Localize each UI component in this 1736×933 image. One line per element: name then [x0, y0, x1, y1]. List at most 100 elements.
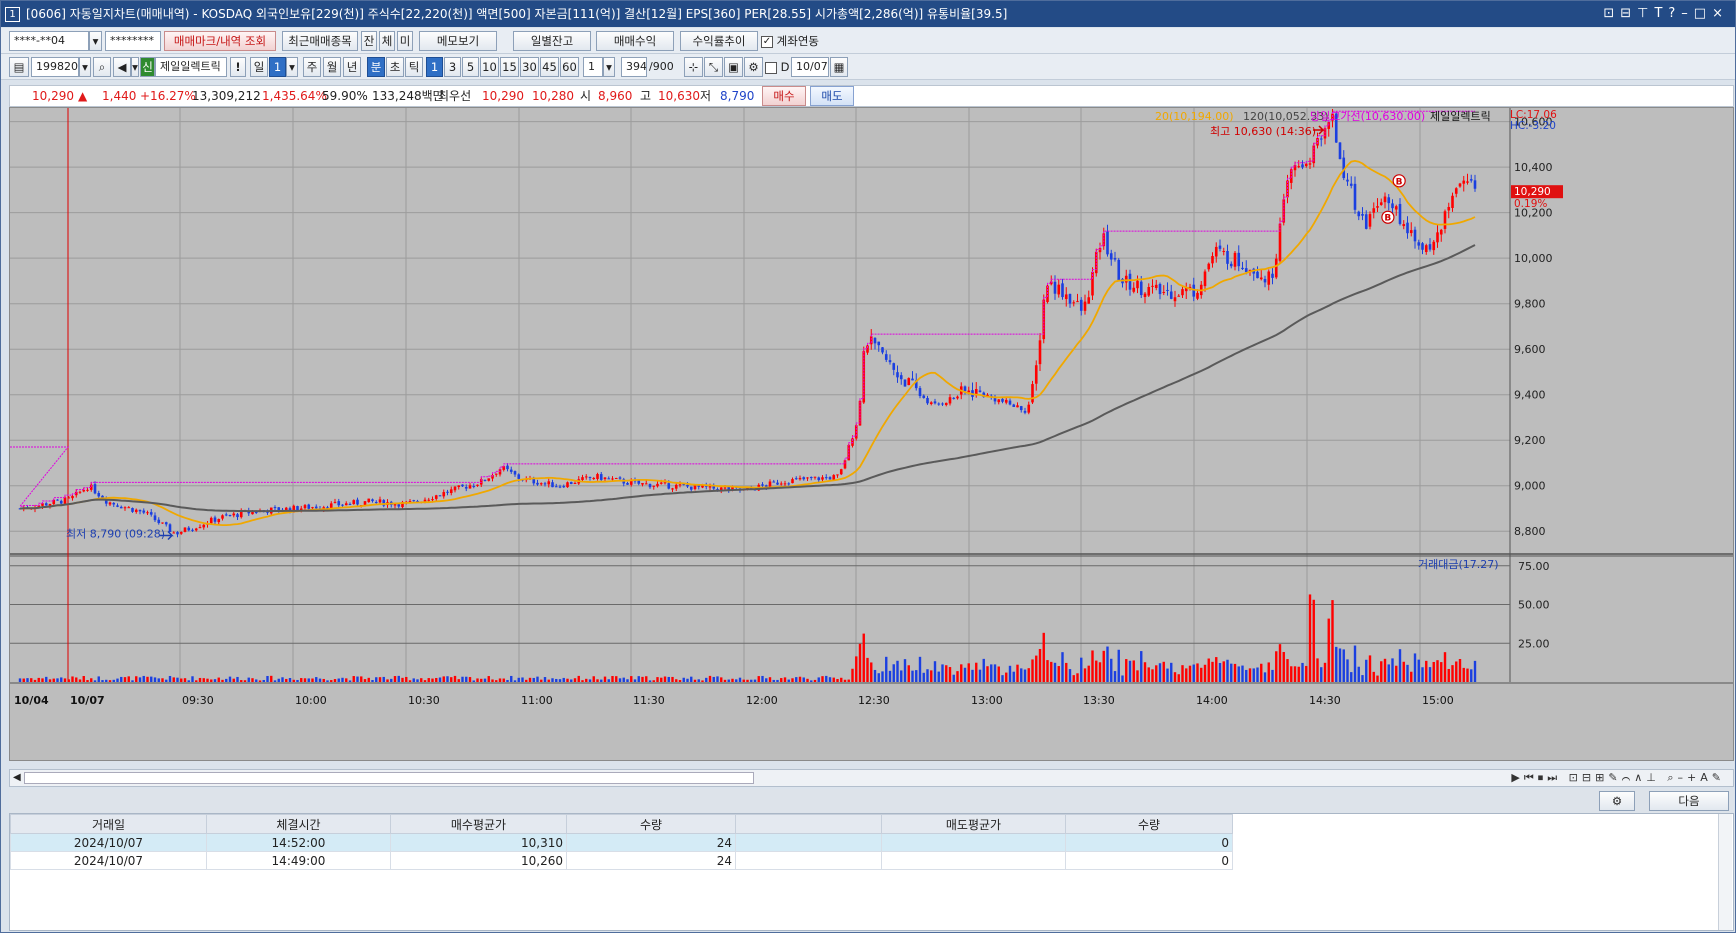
speaker-icon[interactable]: ◀: [113, 57, 131, 77]
col-sell-avg[interactable]: 매도평균가: [881, 814, 1066, 834]
settings-icon[interactable]: ⚙: [1599, 791, 1635, 811]
candle: [153, 515, 157, 521]
period-week-button[interactable]: 주: [303, 57, 321, 77]
calendar-icon[interactable]: ▦: [830, 57, 848, 77]
period-minute-button[interactable]: 분: [367, 57, 385, 77]
balance-button[interactable]: 잔: [361, 31, 377, 51]
interval-60-button[interactable]: 60: [560, 57, 579, 77]
crosshair-icon[interactable]: ⊹: [684, 57, 703, 77]
chart-scrollbar[interactable]: ◀ ▶⏮⏹⏭ ⊡⊟⊞✎⌒∧⊥ ⌕–+A✎: [9, 769, 1734, 787]
col-sell-qty[interactable]: 수량: [1065, 814, 1233, 834]
table-toolbar: ⚙ 다음: [9, 789, 1734, 813]
volume-bar: [1068, 669, 1072, 682]
volume-bar: [633, 679, 637, 682]
day-count-input[interactable]: 1: [269, 57, 286, 77]
return-trend-button[interactable]: 수익률추이: [680, 31, 758, 51]
password-input[interactable]: ********: [105, 31, 161, 51]
volume-bar: [937, 671, 940, 682]
col-buy-qty[interactable]: 수량: [566, 814, 736, 834]
volume-bar: [232, 678, 235, 682]
daily-balance-button[interactable]: 일별잔고: [513, 31, 591, 51]
chevron-down-icon[interactable]: ▾: [79, 57, 91, 77]
buy-button[interactable]: 매수: [762, 86, 806, 106]
chevron-down-icon[interactable]: ▾: [131, 57, 139, 77]
mark-history-button[interactable]: 매매마크/내역 조회: [164, 31, 276, 51]
table-row[interactable]: 2024/10/07 14:49:00 10,260 24 0: [10, 851, 1233, 870]
scroll-left-icon[interactable]: ◀: [13, 770, 21, 786]
x-tick-label: 10:00: [295, 694, 327, 707]
chevron-down-icon[interactable]: ▾: [89, 31, 102, 51]
memo-button[interactable]: 메모보기: [419, 31, 497, 51]
gear-icon[interactable]: ⚙: [744, 57, 763, 77]
recent-trades-button[interactable]: 최근매매종목: [282, 31, 358, 51]
date-mode-checkbox[interactable]: D: [765, 57, 790, 77]
table-row[interactable]: 2024/10/07 14:52:00 10,310 24 0: [10, 833, 1233, 852]
unfilled-button[interactable]: 미: [397, 31, 413, 51]
candle: [1117, 259, 1121, 281]
volume-bar: [1200, 667, 1203, 682]
volume-bar: [982, 658, 985, 682]
panel-icon[interactable]: ▤: [9, 57, 29, 77]
interval-1-button[interactable]: 1: [426, 57, 443, 77]
scroll-thumb[interactable]: [24, 772, 754, 784]
interval-15-button[interactable]: 15: [500, 57, 519, 77]
volume-bar: [318, 678, 322, 682]
table-scrollbar[interactable]: [1718, 814, 1732, 930]
date-input[interactable]: 10/07: [791, 57, 829, 77]
stock-code-input[interactable]: 199820: [31, 57, 79, 77]
chart-area[interactable]: 10/04 10/07 09:30 10:00 10:30 11:00 11:30 12:00…: [9, 107, 1734, 761]
trade-profit-button[interactable]: 매매수익: [596, 31, 674, 51]
interval-30-button[interactable]: 30: [520, 57, 539, 77]
view-count-input[interactable]: 394: [621, 57, 647, 77]
account-select[interactable]: ****-**04: [9, 31, 89, 51]
volume-bar: [75, 677, 78, 682]
volume-bar: [663, 676, 667, 682]
candle: [179, 532, 183, 534]
stock-name[interactable]: 제일일렉트릭: [155, 57, 227, 77]
period-tick-button[interactable]: 틱: [405, 57, 423, 77]
interval-count-input[interactable]: 1: [583, 57, 603, 77]
period-year-button[interactable]: 년: [343, 57, 361, 77]
period-second-button[interactable]: 초: [386, 57, 404, 77]
window-controls[interactable]: ⊡⊟⊤T?–□×: [1603, 1, 1729, 27]
candle: [1106, 231, 1109, 255]
chart-nav-controls[interactable]: ▶⏮⏹⏭ ⊡⊟⊞✎⌒∧⊥ ⌕–+A✎: [1511, 770, 1725, 786]
checkbox-icon[interactable]: [765, 61, 777, 74]
volume-bar: [881, 671, 884, 682]
candle: [191, 529, 194, 531]
period-month-button[interactable]: 월: [323, 57, 341, 77]
volume-bar: [435, 677, 438, 682]
volume-bar: [1207, 658, 1210, 682]
volume-bar: [1316, 658, 1319, 682]
volume-bar: [48, 679, 52, 682]
check-icon[interactable]: ✓: [761, 35, 773, 48]
volume-bar: [690, 676, 693, 682]
period-day-button[interactable]: 일: [250, 57, 268, 77]
chevron-down-icon[interactable]: ▾: [603, 57, 615, 77]
executed-button[interactable]: 체: [379, 31, 395, 51]
volume-bar: [78, 679, 82, 682]
candle: [648, 483, 652, 488]
interval-5-button[interactable]: 5: [462, 57, 479, 77]
candle: [374, 501, 378, 503]
next-button[interactable]: 다음: [1649, 791, 1729, 811]
search-icon[interactable]: ⌕: [93, 57, 111, 77]
volume-bar: [828, 677, 832, 682]
zoom-icon[interactable]: ⤡: [704, 57, 723, 77]
candle: [1222, 250, 1226, 252]
col-exec-time[interactable]: 체결시간: [206, 814, 391, 834]
chevron-down-icon[interactable]: ▾: [286, 57, 298, 77]
candle: [791, 479, 794, 484]
interval-3-button[interactable]: 3: [444, 57, 461, 77]
sell-button[interactable]: 매도: [810, 86, 854, 106]
col-buy-avg[interactable]: 매수평균가: [390, 814, 567, 834]
price-chart[interactable]: 10/04 10/07 09:30 10:00 10:30 11:00 11:30 12:00…: [10, 108, 1733, 760]
candle: [232, 513, 236, 516]
save-icon[interactable]: ▣: [724, 57, 743, 77]
candle: [569, 482, 573, 485]
interval-45-button[interactable]: 45: [540, 57, 559, 77]
col-trade-date[interactable]: 거래일: [10, 814, 207, 834]
alert-button[interactable]: !: [230, 57, 246, 77]
account-link-checkbox[interactable]: ✓ 계좌연동: [761, 31, 819, 51]
interval-10-button[interactable]: 10: [480, 57, 499, 77]
